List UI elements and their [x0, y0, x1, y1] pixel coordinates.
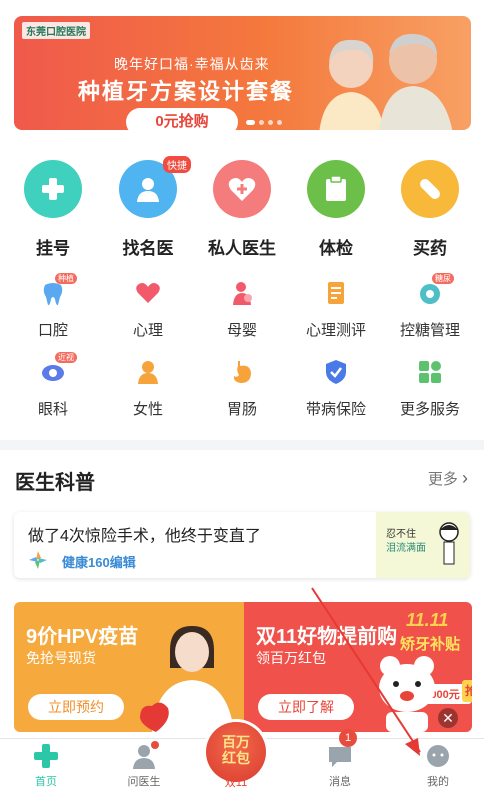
- carousel-indicator: [246, 120, 282, 125]
- thumbnail-text: 忍不住 泪流满面: [386, 529, 426, 554]
- article-card[interactable]: 做了4次惊险手术，他终于变直了 健康160编辑 忍不住 泪流满面: [14, 512, 470, 578]
- dental-tag: 种植: [55, 273, 77, 284]
- message-icon: 1: [327, 729, 357, 769]
- sub-service-eye[interactable]: 近视 眼科: [5, 352, 101, 419]
- sub-service-label: 女性: [132, 401, 163, 418]
- promo-title: 双11好物提前购: [256, 626, 398, 648]
- promo-title: 9价HPV疫苗: [26, 626, 139, 648]
- quick-badge: 快捷: [163, 156, 191, 173]
- sub-service-label: 心理测评: [305, 322, 366, 339]
- tab-label: 消息: [329, 776, 351, 788]
- tab-label: 问医生: [127, 776, 161, 788]
- health160-logo-icon: [29, 551, 47, 569]
- service-find-doctor[interactable]: 快捷 找名医: [100, 156, 196, 259]
- glucose-icon: 糖尿: [416, 273, 454, 307]
- shield-icon: [322, 358, 350, 386]
- tab-messages[interactable]: 1 消息: [300, 729, 380, 789]
- hpv-promo-card[interactable]: 9价HPV疫苗 免抢号现货 立即预约: [14, 602, 244, 732]
- pill-icon: [401, 160, 459, 218]
- sub-service-psychology[interactable]: 心理: [100, 279, 196, 340]
- service-label: 体检: [319, 239, 353, 258]
- mother-baby-icon: [228, 279, 256, 307]
- female-icon: [134, 358, 162, 386]
- home-plus-icon: [33, 743, 59, 769]
- learn-more-button[interactable]: 立即了解: [258, 694, 354, 720]
- sub-service-label: 心理: [132, 322, 163, 339]
- close-icon[interactable]: ✕: [438, 708, 458, 728]
- sub-service-label: 眼科: [37, 401, 68, 418]
- sub-service-label: 母婴: [226, 322, 257, 339]
- service-label: 买药: [413, 239, 447, 258]
- notification-dot: [151, 741, 159, 749]
- nurse-image: [140, 626, 234, 732]
- doctor-icon: [131, 741, 159, 769]
- more-label: 更多: [427, 471, 458, 488]
- test-paper-icon: [322, 279, 350, 307]
- article-title: 做了4次惊险手术，他终于变直了: [28, 528, 261, 545]
- heart-icon: [134, 279, 162, 307]
- stomach-icon: [228, 358, 256, 386]
- hospital-logo: 东莞口腔医院: [22, 22, 90, 39]
- red-packet-label: 双11: [224, 777, 248, 789]
- tab-mine[interactable]: 我的: [398, 743, 478, 789]
- service-private-doctor[interactable]: 私人医生: [194, 160, 290, 259]
- service-label: 找名医: [122, 239, 174, 258]
- sub-service-label: 胃肠: [226, 401, 257, 418]
- glucose-tag: 糖尿: [432, 273, 454, 284]
- banner-title: 种植牙方案设计套餐: [78, 79, 295, 104]
- section-divider: [0, 440, 484, 450]
- sub-service-glucose[interactable]: 糖尿 控糖管理: [382, 273, 478, 340]
- bear-mascot-image: [379, 656, 435, 732]
- doctor-icon: 快捷: [119, 156, 191, 218]
- eye-icon: 近视: [39, 352, 77, 386]
- banner-subtitle: 晚年好口福·幸福从齿来: [114, 56, 270, 72]
- plus-icon: [24, 160, 82, 218]
- sub-service-dental[interactable]: 种植 口腔: [5, 273, 101, 340]
- user-icon: [425, 743, 451, 769]
- sub-service-label: 口腔: [37, 322, 68, 339]
- eye-tag: 近视: [55, 352, 77, 363]
- sub-service-label: 更多服务: [399, 401, 460, 418]
- message-badge: 1: [339, 729, 357, 747]
- service-label: 私人医生: [208, 239, 276, 258]
- section-title: 医生科普: [15, 472, 95, 494]
- more-link[interactable]: 更多 ›: [428, 468, 468, 489]
- promo-banner[interactable]: 东莞口腔医院 晚年好口福·幸福从齿来 种植牙方案设计套餐 0元抢购: [14, 16, 471, 130]
- article-source: 健康160编辑: [62, 555, 136, 570]
- elderly-couple-image: [319, 33, 453, 130]
- red-packet-tab[interactable]: 百万 红包: [206, 722, 266, 782]
- clipboard-icon: [307, 160, 365, 218]
- cartoon-figure-icon: [439, 522, 459, 565]
- service-label: 挂号: [36, 239, 70, 258]
- sub-service-maternal[interactable]: 母婴: [194, 279, 290, 340]
- heart-plus-icon: [213, 160, 271, 218]
- tab-label: 我的: [427, 776, 449, 788]
- sticker-side: 抢: [462, 680, 472, 702]
- grid-icon: [416, 358, 444, 386]
- service-buy-medicine[interactable]: 买药: [382, 160, 478, 259]
- tab-label: 首页: [35, 776, 57, 788]
- sub-service-more[interactable]: 更多服务: [382, 358, 478, 419]
- sub-service-label: 控糖管理: [399, 322, 460, 339]
- chevron-right-icon: ›: [462, 468, 468, 488]
- promo-subtitle: 免抢号现货: [26, 650, 96, 666]
- article-thumbnail: 忍不住 泪流满面: [376, 512, 470, 578]
- tooth-icon: 种植: [39, 273, 77, 307]
- sub-service-insurance[interactable]: 带病保险: [288, 358, 384, 419]
- double11-promo-card[interactable]: 双11好物提前购 领百万红包 立即了解 11.11 矫牙补贴 10000元 抢 …: [244, 602, 472, 732]
- promo-subtitle: 领百万红包: [256, 650, 326, 666]
- banner-buy-button[interactable]: 0元抢购: [126, 108, 238, 130]
- main-services: 挂号 快捷 找名医 私人医生 体检 买药: [0, 156, 484, 265]
- book-now-button[interactable]: 立即预约: [28, 694, 124, 720]
- service-checkup[interactable]: 体检: [288, 160, 384, 259]
- sub-service-female[interactable]: 女性: [100, 358, 196, 419]
- sub-service-label: 带病保险: [305, 401, 366, 418]
- tab-ask-doctor[interactable]: 问医生: [104, 741, 184, 789]
- sub-service-stomach[interactable]: 胃肠: [194, 358, 290, 419]
- sticker-date: 11.11: [406, 610, 449, 630]
- tab-home[interactable]: 首页: [6, 743, 86, 789]
- sub-service-psych-test[interactable]: 心理测评: [288, 279, 384, 340]
- service-register[interactable]: 挂号: [5, 160, 101, 259]
- red-packet-text: 百万 红包: [222, 734, 250, 766]
